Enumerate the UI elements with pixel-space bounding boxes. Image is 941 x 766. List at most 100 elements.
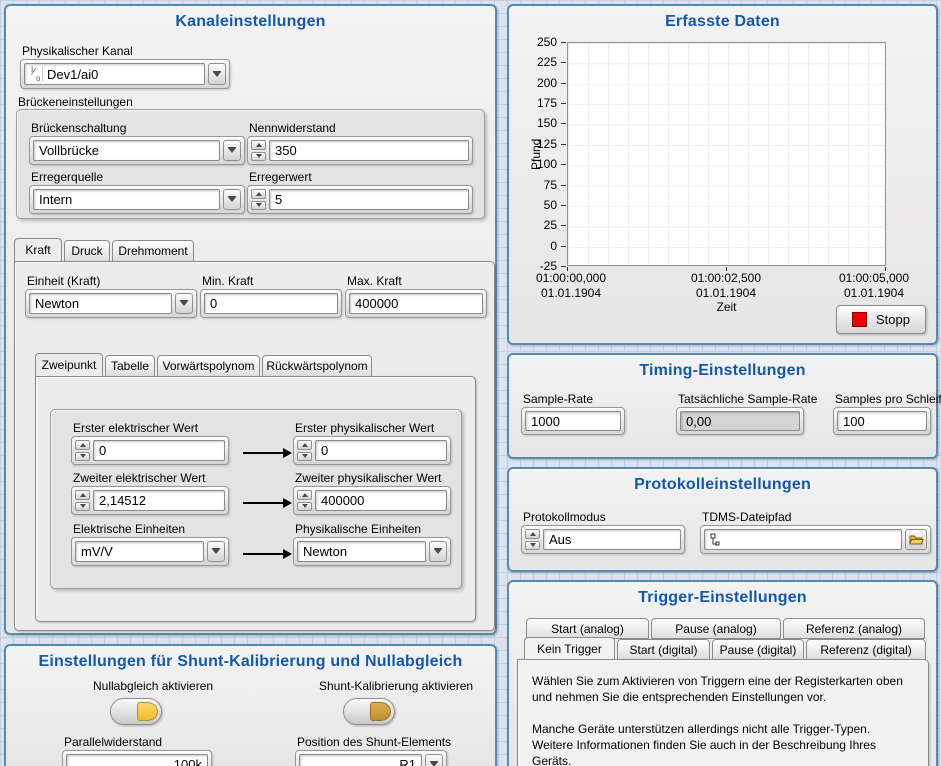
excitation-source-combo[interactable]: Intern <box>29 185 245 214</box>
samples-per-loop-label: Samples pro Schleife <box>835 392 941 406</box>
first-physical-field[interactable]: 0 <box>315 440 447 461</box>
electrical-units-dropdown-button[interactable] <box>207 541 225 562</box>
sample-rate-control[interactable]: 1000 <box>521 407 625 435</box>
nominal-resistance-field[interactable]: 350 <box>269 140 469 161</box>
null-toggle-label: Nullabgleich aktivieren <box>93 679 214 693</box>
x-tick: 01:00:00,000 01.01.1904 <box>511 271 631 301</box>
tab-tabelle[interactable]: Tabelle <box>105 355 155 377</box>
x-tick-date: 01.01.1904 <box>843 286 905 300</box>
second-electrical-field[interactable]: 2,14512 <box>93 490 225 511</box>
stop-square-icon <box>852 312 867 327</box>
electrical-units-value: mV/V <box>81 544 113 559</box>
first-electrical-spinner[interactable] <box>75 440 90 461</box>
excitation-source-label: Erregerquelle <box>31 170 104 184</box>
tdms-path-field[interactable] <box>704 529 902 550</box>
x-tick-date: 01.01.1904 <box>540 286 602 300</box>
log-mode-control[interactable]: Aus <box>521 525 685 554</box>
samples-per-loop-control[interactable]: 100 <box>833 407 931 435</box>
tab-pause-digital[interactable]: Pause (digital) <box>712 639 804 660</box>
log-mode-spinner[interactable] <box>525 529 540 550</box>
second-electrical-spinner[interactable] <box>75 490 90 511</box>
unit-kraft-field[interactable]: Newton <box>29 293 172 314</box>
electrical-units-combo[interactable]: mV/V <box>71 537 229 566</box>
physical-channel-label: Physikalischer Kanal <box>22 44 133 58</box>
electrical-units-field[interactable]: mV/V <box>75 541 204 562</box>
parallel-resistance-field[interactable]: 100k <box>66 754 208 766</box>
tab-kraft[interactable]: Kraft <box>14 238 62 262</box>
kraft-tab-body: Einheit (Kraft) Newton Min. Kraft 0 Max.… <box>14 261 495 631</box>
tab-referenz-digital[interactable]: Referenz (digital) <box>806 639 926 660</box>
physical-channel-value: Dev1/ai0 <box>47 66 99 82</box>
excitation-source-field[interactable]: Intern <box>33 189 220 210</box>
first-electrical-field[interactable]: 0 <box>93 440 225 461</box>
tdms-path-control[interactable] <box>700 525 931 554</box>
io-type-icon: I ∕ o <box>30 65 43 83</box>
tab-vorwaertspolynom[interactable]: Vorwärtspolynom <box>157 355 260 377</box>
tab-referenz-analog[interactable]: Referenz (analog) <box>783 618 925 639</box>
physical-units-dropdown-button[interactable] <box>429 541 447 562</box>
physical-channel-field[interactable]: I ∕ o Dev1/ai0 <box>24 63 205 85</box>
nominal-resistance-spinner[interactable] <box>251 140 266 161</box>
tab-zweipunkt[interactable]: Zweipunkt <box>35 353 103 377</box>
nominal-resistance-control[interactable]: 350 <box>247 136 473 165</box>
second-physical-spinner[interactable] <box>297 490 312 511</box>
excitation-value-spinner[interactable] <box>251 189 266 210</box>
excitation-source-value: Intern <box>39 192 73 207</box>
y-tick: 25 <box>543 218 557 232</box>
nominal-resistance-label: Nennwiderstand <box>249 121 336 135</box>
second-electrical-control[interactable]: 2,14512 <box>71 486 229 515</box>
physical-channel-dropdown-button[interactable] <box>208 63 226 85</box>
toggle-knob <box>370 702 391 721</box>
bridge-type-dropdown-button[interactable] <box>223 140 241 161</box>
toggle-knob <box>137 702 158 721</box>
first-physical-control[interactable]: 0 <box>293 436 451 465</box>
shunt-calibration-toggle[interactable] <box>343 698 395 725</box>
bridge-type-combo[interactable]: Vollbrücke <box>29 136 245 165</box>
excitation-value-field[interactable]: 5 <box>269 189 469 210</box>
x-tick-time: 01:00:05,000 <box>838 271 910 285</box>
tab-start-digital[interactable]: Start (digital) <box>617 639 710 660</box>
tab-rueckwaertspolynom[interactable]: Rückwärtspolynom <box>262 355 372 377</box>
shunt-calibration-panel: Einstellungen für Shunt-Kalibrierung und… <box>4 644 497 766</box>
waveform-chart-plot[interactable] <box>567 42 886 266</box>
physical-channel-combo[interactable]: I ∕ o Dev1/ai0 <box>20 59 230 89</box>
null-adjust-toggle[interactable] <box>110 698 162 725</box>
sample-rate-field[interactable]: 1000 <box>525 411 621 431</box>
second-physical-field[interactable]: 400000 <box>315 490 447 511</box>
max-kraft-control[interactable]: 400000 <box>345 289 487 318</box>
unit-kraft-dropdown-button[interactable] <box>175 293 193 314</box>
unit-kraft-combo[interactable]: Newton <box>25 289 197 318</box>
first-electrical-control[interactable]: 0 <box>71 436 229 465</box>
tab-kein-trigger[interactable]: Kein Trigger <box>524 637 615 660</box>
actual-sample-rate-field: 0,00 <box>680 411 800 431</box>
samples-per-loop-field[interactable]: 100 <box>837 411 927 431</box>
second-physical-label: Zweiter physikalischer Wert <box>295 471 442 485</box>
second-physical-control[interactable]: 400000 <box>293 486 451 515</box>
physical-units-field[interactable]: Newton <box>297 541 426 562</box>
min-kraft-control[interactable]: 0 <box>200 289 342 318</box>
zweipunkt-tab-body: Erster elektrischer Wert Erster physikal… <box>35 376 476 622</box>
log-mode-field[interactable]: Aus <box>543 529 681 550</box>
shunt-position-combo[interactable]: R1 <box>295 750 447 766</box>
tab-drehmoment[interactable]: Drehmoment <box>112 240 194 262</box>
parallel-resistance-label: Parallelwiderstand <box>64 735 163 749</box>
min-kraft-field[interactable]: 0 <box>204 293 338 314</box>
tab-pause-analog[interactable]: Pause (analog) <box>651 618 781 639</box>
tab-druck[interactable]: Druck <box>64 240 110 262</box>
parallel-resistance-control[interactable]: 100k <box>62 750 212 766</box>
excitation-value-control[interactable]: 5 <box>247 185 473 214</box>
tdms-path-label: TDMS-Dateipfad <box>702 510 792 524</box>
physical-units-combo[interactable]: Newton <box>293 537 451 566</box>
shunt-position-dropdown-button[interactable] <box>425 754 443 766</box>
shunt-toggle-label: Shunt-Kalibrierung aktivieren <box>319 679 474 693</box>
bridge-type-field[interactable]: Vollbrücke <box>33 140 220 161</box>
browse-folder-button[interactable] <box>905 529 927 550</box>
max-kraft-field[interactable]: 400000 <box>349 293 483 314</box>
min-kraft-value: 0 <box>210 296 218 311</box>
shunt-position-field[interactable]: R1 <box>299 754 422 766</box>
stop-button[interactable]: Stopp <box>836 305 926 334</box>
excitation-source-dropdown-button[interactable] <box>223 189 241 210</box>
tab-start-analog[interactable]: Start (analog) <box>526 618 649 639</box>
first-physical-value: 0 <box>321 443 329 458</box>
first-physical-spinner[interactable] <box>297 440 312 461</box>
